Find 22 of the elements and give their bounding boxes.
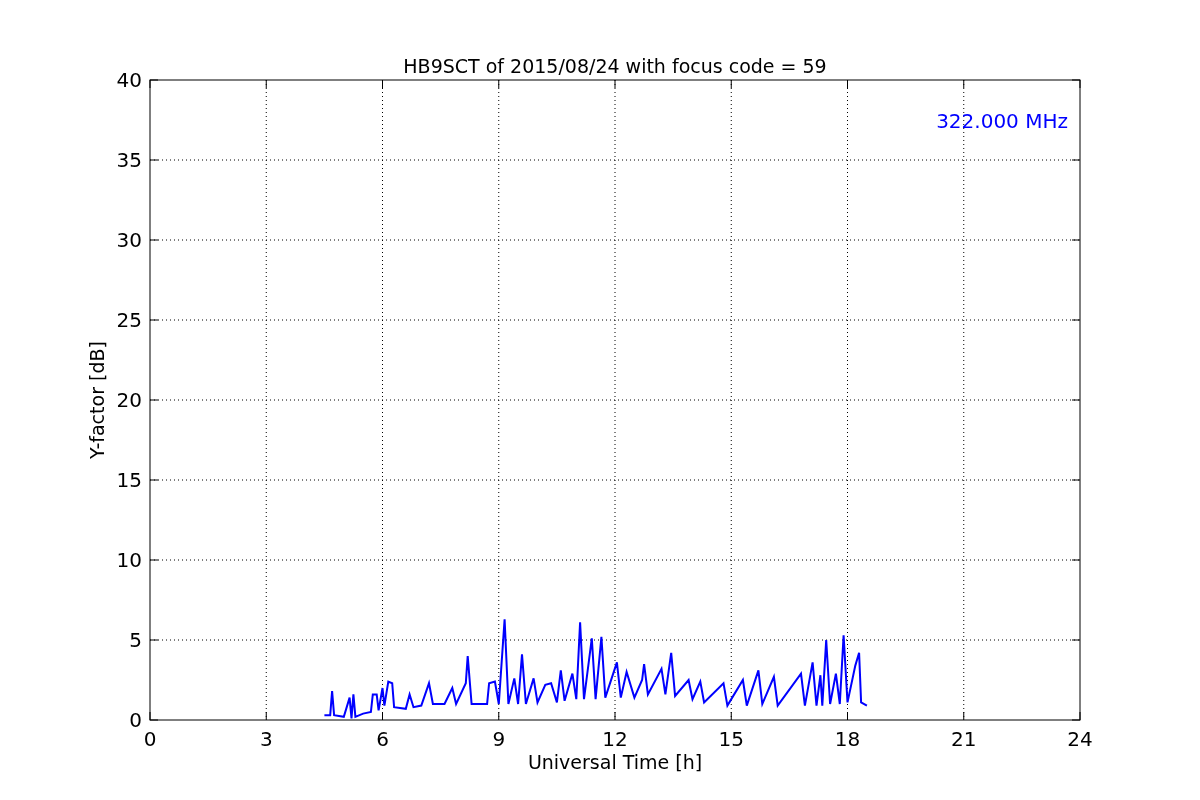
y-tick-label: 10 [116, 548, 142, 572]
y-axis-title: Y-factor [dB] [86, 341, 108, 459]
x-tick-label: 24 [1067, 727, 1093, 751]
y-tick-label: 35 [116, 148, 142, 172]
x-tick-label: 0 [143, 727, 157, 751]
y-tick-label: 0 [129, 708, 142, 732]
y-tick-label: 30 [116, 228, 142, 252]
x-tick-label: 12 [602, 727, 628, 751]
y-tick-label: 40 [116, 68, 142, 92]
y-tick-label: 5 [129, 628, 142, 652]
chart-title: HB9SCT of 2015/08/24 with focus code = 59 [403, 55, 827, 77]
x-axis-title: Universal Time [h] [527, 751, 703, 773]
x-tick-label: 21 [951, 727, 977, 751]
y-tick-label: 25 [116, 308, 142, 332]
series-label: 322.000 MHz [936, 109, 1068, 133]
y-tick-label: 15 [116, 468, 142, 492]
x-tick-label: 18 [834, 727, 861, 751]
y-tick-label: 20 [116, 388, 142, 412]
x-tick-label: 15 [718, 727, 744, 751]
x-tick-label: 6 [376, 727, 389, 751]
x-tick-label: 3 [259, 727, 273, 751]
x-tick-label: 9 [492, 727, 506, 751]
